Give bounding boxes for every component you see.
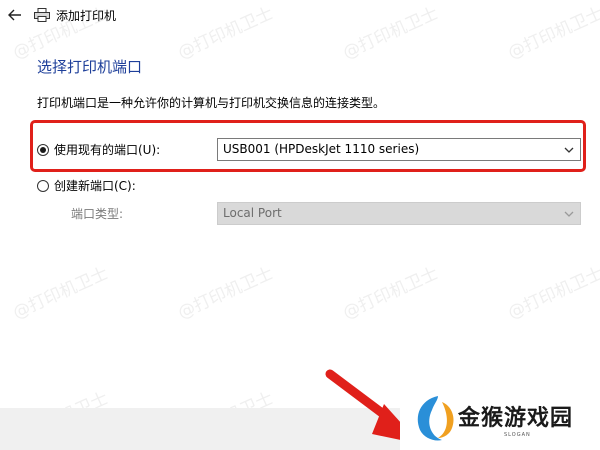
- back-arrow-icon: [8, 9, 21, 21]
- page-description: 打印机端口是一种允许你的计算机与打印机交换信息的连接类型。: [37, 96, 386, 110]
- port-type-label: 端口类型:: [71, 207, 124, 221]
- window-title: 添加打印机: [56, 9, 117, 23]
- existing-port-label: 使用现有的端口(U):: [54, 143, 161, 157]
- title-bar: 添加打印机: [0, 0, 600, 32]
- existing-port-select[interactable]: USB001 (HPDeskJet 1110 series): [217, 138, 581, 161]
- new-port-label: 创建新端口(C):: [54, 179, 136, 193]
- port-type-select[interactable]: Local Port: [217, 202, 581, 225]
- existing-port-radio[interactable]: [37, 144, 49, 156]
- new-port-radio[interactable]: [37, 180, 49, 192]
- watermark: @打印机卫士: [175, 263, 277, 324]
- chevron-down-icon: [564, 211, 574, 217]
- watermark: @打印机卫士: [505, 263, 600, 324]
- existing-port-option[interactable]: 使用现有的端口(U):: [37, 142, 160, 158]
- watermark: @打印机卫士: [10, 263, 112, 324]
- watermark: @打印机卫士: [340, 263, 442, 324]
- new-port-option[interactable]: 创建新端口(C):: [37, 178, 136, 194]
- site-logo: 金猴游戏园 SLOGAN: [400, 386, 600, 450]
- back-button[interactable]: [6, 6, 24, 24]
- port-type-value: Local Port: [223, 206, 282, 220]
- existing-port-value: USB001 (HPDeskJet 1110 series): [223, 142, 420, 156]
- page-heading: 选择打印机端口: [37, 58, 143, 76]
- logo-slogan: SLOGAN: [504, 432, 531, 438]
- logo-text: 金猴游戏园: [458, 406, 574, 431]
- printer-icon: [34, 8, 50, 22]
- chevron-down-icon: [564, 147, 574, 153]
